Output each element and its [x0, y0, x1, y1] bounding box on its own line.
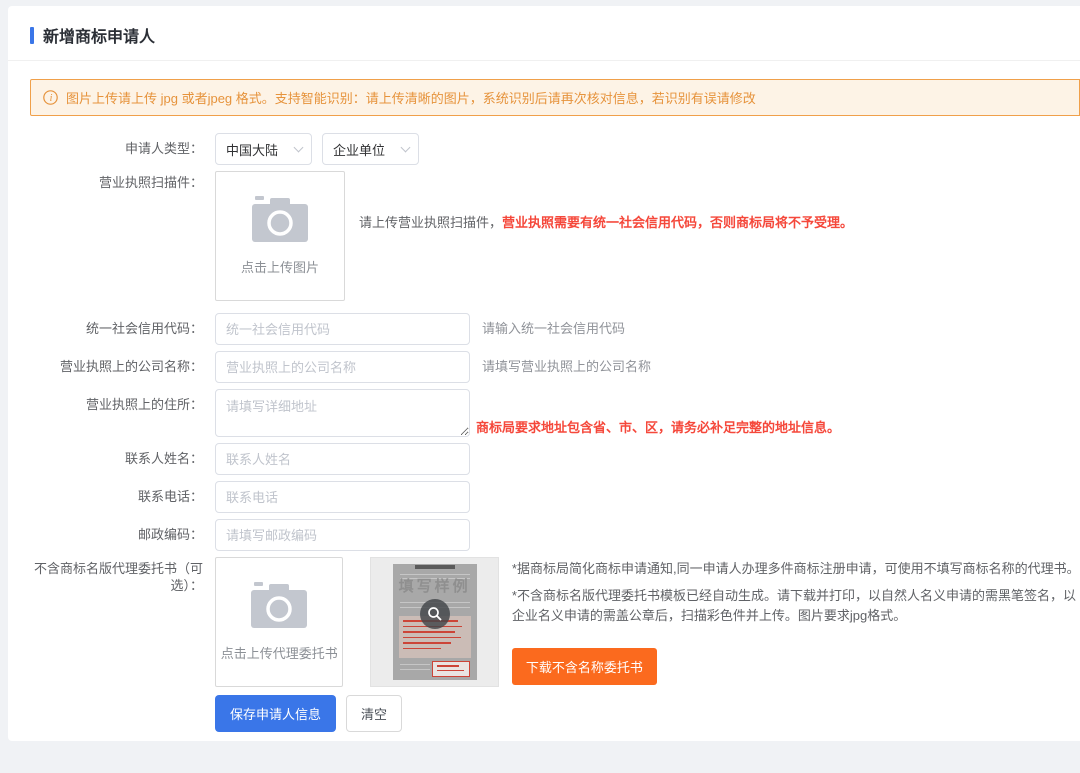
address-hint-red: 商标局要求地址包含省、市、区，请务必补足完整的地址信息。 — [476, 420, 840, 435]
license-hint: 请上传营业执照扫描件，营业执照需要有统一社会信用代码，否则商标局将不予受理。 — [359, 171, 853, 232]
sample-watermark-text: 填写样例 — [371, 575, 497, 596]
row-credit-code: 统一社会信用代码： 请输入统一社会信用代码 — [8, 313, 1080, 345]
poa-note-2: *不含商标名版代理委托书模板已经自动生成。请下载并打印，以自然人名义申请的需黑笔… — [512, 586, 1080, 626]
license-upload-text: 点击上传图片 — [241, 257, 319, 276]
contact-phone-label: 联系电话： — [30, 481, 215, 513]
row-license-upload: 营业执照扫描件： 点击上传图片 请上传营业执照扫描件，营业执照需要有统一社会信用… — [8, 171, 1080, 301]
camera-icon — [251, 582, 307, 628]
content-card: 新增商标申请人 i 图片上传请上传 jpg 或者jpeg 格式。支持智能识别：请… — [8, 6, 1080, 741]
info-icon: i — [43, 90, 58, 105]
chevron-down-icon — [294, 142, 304, 152]
banner-text: 图片上传请上传 jpg 或者jpeg 格式。支持智能识别：请上传清晰的图片，系统… — [66, 88, 756, 107]
license-upload-label: 营业执照扫描件： — [30, 171, 215, 191]
poa-notes: *据商标局简化商标申请通知,同一申请人办理多件商标注册申请，可使用不填写商标名称… — [512, 557, 1080, 685]
license-hint-normal: 请上传营业执照扫描件， — [359, 215, 502, 230]
postal-code-label: 邮政编码： — [30, 519, 215, 551]
page-header: 新增商标申请人 — [8, 6, 1080, 47]
row-contact-phone: 联系电话： — [8, 481, 1080, 513]
info-banner: i 图片上传请上传 jpg 或者jpeg 格式。支持智能识别：请上传清晰的图片，… — [30, 79, 1080, 116]
row-contact-name: 联系人姓名： — [8, 443, 1080, 475]
credit-code-label: 统一社会信用代码： — [30, 313, 215, 345]
row-poa: 不含商标名版代理委托书（可选）： 点击上传代理委托书 填写样例 — [8, 557, 1080, 687]
camera-icon — [252, 196, 308, 242]
region-select-value: 中国大陆 — [226, 140, 278, 159]
contact-name-input[interactable] — [215, 443, 470, 475]
contact-name-label: 联系人姓名： — [30, 443, 215, 475]
license-upload-box[interactable]: 点击上传图片 — [215, 171, 345, 301]
poa-label: 不含商标名版代理委托书（可选）： — [30, 557, 215, 594]
sample-stamp — [432, 661, 470, 677]
sample-doc-line — [400, 664, 430, 665]
company-name-input[interactable] — [215, 351, 470, 383]
svg-text:i: i — [50, 93, 53, 104]
chevron-down-icon — [401, 142, 411, 152]
contact-phone-input[interactable] — [215, 481, 470, 513]
row-applicant-type: 申请人类型： 中国大陆 企业单位 — [8, 133, 1080, 165]
download-poa-button[interactable]: 下载不含名称委托书 — [512, 648, 657, 685]
magnifier-icon — [420, 599, 450, 629]
row-company-name: 营业执照上的公司名称： 请填写营业执照上的公司名称 — [8, 351, 1080, 383]
applicant-form: 申请人类型： 中国大陆 企业单位 营业执照扫描件： 点击上传图片 — [8, 133, 1080, 732]
entity-type-select[interactable]: 企业单位 — [322, 133, 419, 165]
license-hint-red: 营业执照需要有统一社会信用代码，否则商标局将不予受理。 — [502, 215, 853, 230]
poa-upload-box[interactable]: 点击上传代理委托书 — [215, 557, 343, 687]
sample-doc-line — [400, 669, 430, 670]
poa-sample-preview[interactable]: 填写样例 — [370, 557, 498, 687]
clear-button[interactable]: 清空 — [346, 695, 402, 732]
company-name-label: 营业执照上的公司名称： — [30, 351, 215, 383]
applicant-type-label: 申请人类型： — [30, 133, 215, 165]
page-title: 新增商标申请人 — [43, 23, 155, 47]
credit-code-hint: 请输入统一社会信用代码 — [482, 313, 625, 345]
company-name-hint: 请填写营业执照上的公司名称 — [482, 351, 651, 383]
credit-code-input[interactable] — [215, 313, 470, 345]
address-textarea[interactable] — [215, 389, 470, 437]
address-label: 营业执照上的住所： — [30, 389, 215, 421]
row-actions: 保存申请人信息 清空 — [8, 695, 1080, 732]
region-select[interactable]: 中国大陆 — [215, 133, 312, 165]
poa-upload-text: 点击上传代理委托书 — [221, 643, 338, 662]
title-accent-bar — [30, 27, 34, 44]
postal-code-input[interactable] — [215, 519, 470, 551]
row-postal-code: 邮政编码： — [8, 519, 1080, 551]
header-divider — [8, 60, 1080, 61]
entity-select-value: 企业单位 — [333, 140, 385, 159]
poa-note-1: *据商标局简化商标申请通知,同一申请人办理多件商标注册申请，可使用不填写商标名称… — [512, 559, 1080, 579]
save-applicant-button[interactable]: 保存申请人信息 — [215, 695, 336, 732]
sample-doc-title-bar — [415, 565, 455, 569]
row-address: 营业执照上的住所： 商标局要求地址包含省、市、区，请务必补足完整的地址信息。 — [8, 389, 1080, 437]
